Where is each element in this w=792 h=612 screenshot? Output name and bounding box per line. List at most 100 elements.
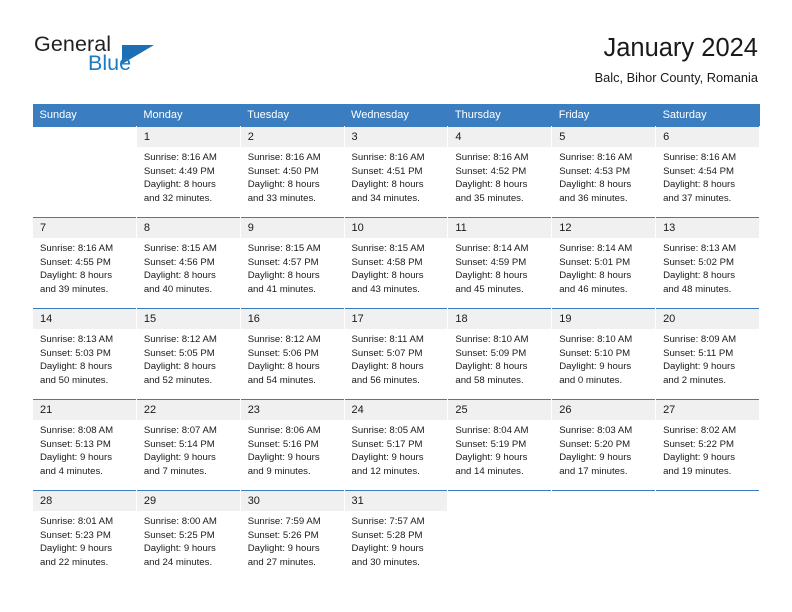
calendar-day-cell[interactable]: 26 Sunrise: 8:03 AM Sunset: 5:20 PM Dayligh… xyxy=(551,399,657,491)
day-sunrise-text: Sunrise: 8:16 AM xyxy=(663,152,737,163)
day-sunset-text: Sunset: 5:17 PM xyxy=(351,438,423,450)
day-daylight2-text: and 54 minutes. xyxy=(247,374,316,386)
calendar-day-cell[interactable]: 4 Sunrise: 8:16 AM Sunset: 4:52 PM Daylight… xyxy=(447,126,553,218)
day-daylight2-text: and 0 minutes. xyxy=(559,374,623,386)
calendar-day-cell[interactable]: 3 Sunrise: 8:16 AM Sunset: 4:51 PM Daylight… xyxy=(343,126,449,218)
day-number: 1 xyxy=(136,127,240,147)
calendar-day-cell[interactable]: 1 Sunrise: 8:16 AM Sunset: 4:49 PM Daylight… xyxy=(135,126,241,218)
day-sun-info: Sunrise: 8:16 AM Sunset: 4:55 PM Daylight:… xyxy=(33,238,136,296)
day-sunset-text: Sunset: 5:20 PM xyxy=(559,438,631,450)
day-sunset-text: Sunset: 4:59 PM xyxy=(455,256,527,268)
day-sun-info: Sunrise: 8:03 AM Sunset: 5:20 PM Daylight:… xyxy=(552,420,655,478)
calendar-day-cell[interactable]: 16 Sunrise: 8:12 AM Sunset: 5:06 PM Dayligh… xyxy=(239,308,345,400)
day-sun-info: Sunrise: 8:12 AM Sunset: 5:06 PM Daylight:… xyxy=(241,329,344,387)
day-sunset-text: Sunset: 5:09 PM xyxy=(455,347,527,359)
calendar-day-cell[interactable]: 30 Sunrise: 7:59 AM Sunset: 5:26 PM Dayligh… xyxy=(239,490,345,581)
day-daylight1-text: Daylight: 9 hours xyxy=(143,452,216,463)
calendar-day-cell[interactable]: 5 Sunrise: 8:16 AM Sunset: 4:53 PM Daylight… xyxy=(551,126,657,218)
day-sunset-text: Sunset: 4:50 PM xyxy=(247,165,319,177)
day-sun-info: Sunrise: 8:07 AM Sunset: 5:14 PM Daylight:… xyxy=(137,420,240,478)
calendar-day-cell[interactable]: 19 Sunrise: 8:10 AM Sunset: 5:10 PM Dayligh… xyxy=(551,308,657,400)
day-sun-info: Sunrise: 8:15 AM Sunset: 4:57 PM Daylight:… xyxy=(241,238,344,296)
day-daylight2-text: and 24 minutes. xyxy=(143,556,213,568)
calendar-day-cell[interactable]: 22 Sunrise: 8:07 AM Sunset: 5:14 PM Dayligh… xyxy=(135,399,241,491)
day-number xyxy=(33,127,136,147)
day-number xyxy=(656,491,759,511)
calendar-day-cell[interactable]: 14 Sunrise: 8:13 AM Sunset: 5:03 PM Dayligh… xyxy=(32,308,137,400)
day-sunrise-text: Sunrise: 8:14 AM xyxy=(559,243,633,254)
calendar-day-cell[interactable]: 21 Sunrise: 8:08 AM Sunset: 5:13 PM Dayligh… xyxy=(32,399,137,491)
calendar-day-cell[interactable]: 8 Sunrise: 8:15 AM Sunset: 4:56 PM Daylight… xyxy=(135,217,241,309)
day-daylight2-text: and 40 minutes. xyxy=(143,283,213,295)
calendar-day-cell[interactable]: 15 Sunrise: 8:12 AM Sunset: 5:05 PM Dayligh… xyxy=(135,308,241,400)
day-sunrise-text: Sunrise: 8:16 AM xyxy=(559,152,633,163)
calendar-day-cell[interactable]: 17 Sunrise: 8:11 AM Sunset: 5:07 PM Dayligh… xyxy=(343,308,449,400)
calendar-day-cell[interactable]: 12 Sunrise: 8:14 AM Sunset: 5:01 PM Dayligh… xyxy=(551,217,657,309)
calendar-day-cell[interactable]: 25 Sunrise: 8:04 AM Sunset: 5:19 PM Dayligh… xyxy=(447,399,553,491)
day-daylight1-text: Daylight: 9 hours xyxy=(351,543,424,554)
day-number: 5 xyxy=(552,127,656,147)
calendar-day-cell[interactable]: 27 Sunrise: 8:02 AM Sunset: 5:22 PM Dayligh… xyxy=(655,399,760,491)
weekday-header-monday: Monday xyxy=(136,104,241,127)
day-sun-info: Sunrise: 8:09 AM Sunset: 5:11 PM Daylight:… xyxy=(656,329,759,387)
page-header: General Blue January 2024 Balc, Bihor Co… xyxy=(34,32,758,94)
calendar-week-row: 14 Sunrise: 8:13 AM Sunset: 5:03 PM Dayligh… xyxy=(32,308,760,400)
day-number: 23 xyxy=(240,400,344,420)
day-sunset-text: Sunset: 5:13 PM xyxy=(40,438,111,450)
day-sunrise-text: Sunrise: 8:01 AM xyxy=(40,516,114,527)
day-daylight1-text: Daylight: 8 hours xyxy=(247,179,320,190)
day-daylight2-text: and 32 minutes. xyxy=(143,192,213,204)
day-sun-info: Sunrise: 8:16 AM Sunset: 4:54 PM Daylight:… xyxy=(656,147,759,205)
general-blue-logo[interactable]: General Blue xyxy=(34,32,234,84)
day-number: 11 xyxy=(448,218,552,238)
day-sun-info: Sunrise: 8:16 AM Sunset: 4:53 PM Daylight:… xyxy=(552,147,655,205)
day-daylight2-text: and 19 minutes. xyxy=(663,465,732,477)
calendar-day-cell[interactable]: 29 Sunrise: 8:00 AM Sunset: 5:25 PM Dayligh… xyxy=(135,490,241,581)
day-number: 14 xyxy=(33,309,136,329)
day-sunrise-text: Sunrise: 8:08 AM xyxy=(40,425,114,436)
calendar-cell-empty xyxy=(551,490,657,581)
day-daylight1-text: Daylight: 9 hours xyxy=(40,543,112,554)
day-daylight2-text: and 30 minutes. xyxy=(351,556,420,568)
calendar-day-cell[interactable]: 11 Sunrise: 8:14 AM Sunset: 4:59 PM Dayligh… xyxy=(447,217,553,309)
calendar-day-cell[interactable]: 10 Sunrise: 8:15 AM Sunset: 4:58 PM Dayligh… xyxy=(343,217,449,309)
day-sun-info: Sunrise: 8:16 AM Sunset: 4:51 PM Daylight:… xyxy=(345,147,448,205)
calendar-day-cell[interactable]: 23 Sunrise: 8:06 AM Sunset: 5:16 PM Dayligh… xyxy=(239,399,345,491)
day-sunrise-text: Sunrise: 8:15 AM xyxy=(247,243,321,254)
calendar-week-row: 21 Sunrise: 8:08 AM Sunset: 5:13 PM Dayligh… xyxy=(32,399,760,491)
calendar-day-cell[interactable]: 31 Sunrise: 7:57 AM Sunset: 5:28 PM Dayligh… xyxy=(343,490,449,581)
day-sun-info: Sunrise: 8:16 AM Sunset: 4:49 PM Daylight:… xyxy=(137,147,240,205)
day-sunrise-text: Sunrise: 8:10 AM xyxy=(559,334,633,345)
day-daylight1-text: Daylight: 9 hours xyxy=(559,361,632,372)
day-sunset-text: Sunset: 4:54 PM xyxy=(663,165,734,177)
day-daylight2-text: and 43 minutes. xyxy=(351,283,420,295)
calendar-day-cell[interactable]: 20 Sunrise: 8:09 AM Sunset: 5:11 PM Dayligh… xyxy=(655,308,760,400)
calendar-day-cell[interactable]: 28 Sunrise: 8:01 AM Sunset: 5:23 PM Dayligh… xyxy=(32,490,137,581)
day-sunrise-text: Sunrise: 8:09 AM xyxy=(663,334,737,345)
day-daylight2-text: and 34 minutes. xyxy=(351,192,420,204)
day-sun-info: Sunrise: 8:12 AM Sunset: 5:05 PM Daylight:… xyxy=(137,329,240,387)
day-number: 13 xyxy=(656,218,759,238)
day-sunset-text: Sunset: 5:28 PM xyxy=(351,529,423,541)
day-daylight2-text: and 52 minutes. xyxy=(143,374,213,386)
calendar-day-cell[interactable]: 24 Sunrise: 8:05 AM Sunset: 5:17 PM Dayligh… xyxy=(343,399,449,491)
day-daylight1-text: Daylight: 9 hours xyxy=(247,543,320,554)
calendar-day-cell[interactable]: 2 Sunrise: 8:16 AM Sunset: 4:50 PM Daylight… xyxy=(239,126,345,218)
day-number: 24 xyxy=(344,400,448,420)
calendar-day-cell[interactable]: 9 Sunrise: 8:15 AM Sunset: 4:57 PM Daylight… xyxy=(239,217,345,309)
calendar-day-cell[interactable]: 18 Sunrise: 8:10 AM Sunset: 5:09 PM Dayligh… xyxy=(447,308,553,400)
day-number: 19 xyxy=(552,309,656,329)
day-daylight2-text: and 14 minutes. xyxy=(455,465,524,477)
calendar-page: General Blue January 2024 Balc, Bihor Co… xyxy=(0,0,792,612)
day-sun-info: Sunrise: 8:05 AM Sunset: 5:17 PM Daylight:… xyxy=(345,420,448,478)
day-daylight2-text: and 56 minutes. xyxy=(351,374,420,386)
day-number: 31 xyxy=(344,491,448,511)
day-sun-info: Sunrise: 8:01 AM Sunset: 5:23 PM Daylight:… xyxy=(33,511,136,569)
calendar-day-cell[interactable]: 7 Sunrise: 8:16 AM Sunset: 4:55 PM Daylight… xyxy=(32,217,137,309)
calendar-day-cell[interactable]: 13 Sunrise: 8:13 AM Sunset: 5:02 PM Dayligh… xyxy=(655,217,760,309)
calendar-day-cell[interactable]: 6 Sunrise: 8:16 AM Sunset: 4:54 PM Daylight… xyxy=(655,126,760,218)
day-daylight1-text: Daylight: 8 hours xyxy=(559,179,632,190)
day-sun-info: Sunrise: 7:57 AM Sunset: 5:28 PM Daylight:… xyxy=(345,511,448,569)
day-daylight2-text: and 12 minutes. xyxy=(351,465,420,477)
day-sunrise-text: Sunrise: 8:07 AM xyxy=(143,425,217,436)
